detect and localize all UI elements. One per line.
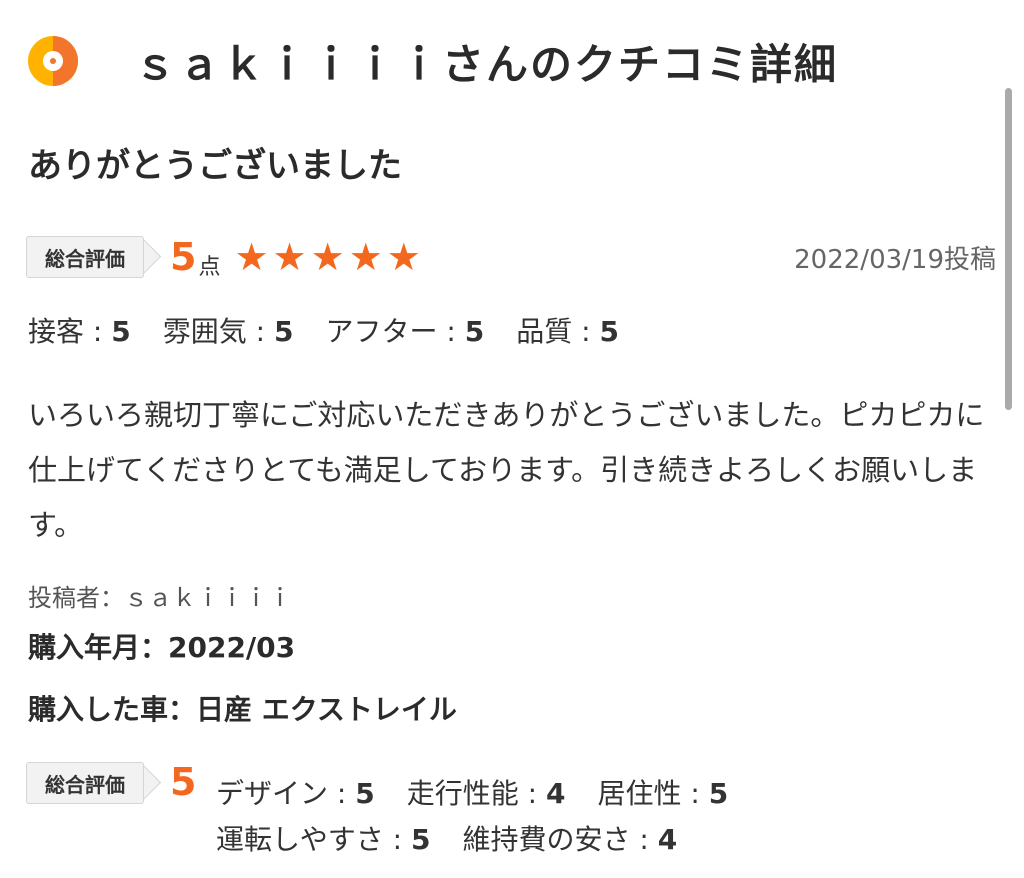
- star-rating: ★ ★ ★ ★ ★: [234, 238, 420, 276]
- rating-driving-performance: 走行性能 : 4: [406, 777, 566, 810]
- rating-design: デザイン : 5: [216, 777, 375, 810]
- post-date: 2022/03/19投稿: [794, 244, 996, 275]
- score-unit: 点: [198, 255, 221, 280]
- sub-ratings: 接客 : 5 雰囲気 : 5 アフター : 5 品質 : 5: [28, 310, 619, 350]
- review-body: いろいろ親切丁寧にご対応いただきありがとうございました。ピカピカに仕上げてくださ…: [28, 398, 985, 542]
- sub-rating-aftercare: アフター : 5: [325, 315, 485, 348]
- rating-comfort: 居住性 : 5: [597, 777, 729, 810]
- star-icon: ★: [310, 235, 345, 279]
- sub-rating-quality: 品質 : 5: [516, 315, 619, 348]
- overall-rating-badge: 総合評価: [26, 236, 144, 278]
- page-title: ｓａｋｉｉｉｉさんのクチコミ詳細: [134, 39, 839, 89]
- vehicle-rating-badge: 総合評価: [26, 762, 144, 804]
- purchase-date: 購入年月：2022/03: [28, 631, 296, 664]
- star-icon: ★: [348, 235, 383, 279]
- rating-maintenance-cost: 維持費の安さ : 4: [462, 823, 678, 856]
- rating-ease-of-driving: 運転しやすさ : 5: [216, 823, 431, 856]
- star-icon: ★: [272, 235, 307, 279]
- overall-rating-row: 総合評価 5 点 ★ ★ ★ ★ ★ 2022/03/19投稿: [26, 234, 996, 280]
- sub-rating-service: 接客 : 5: [28, 315, 131, 348]
- vehicle-rating-list: デザイン : 5 走行性能 : 4 居住性 : 5 運転しやすさ : 5 維持費…: [216, 772, 816, 858]
- star-icon: ★: [386, 235, 421, 279]
- poster-name: 投稿者：ｓａｋｉｉｉｉ: [28, 584, 292, 612]
- vehicle-rating-row: 総合評価 5 デザイン : 5 走行性能 : 4 居住性 : 5 運転しやすさ …: [26, 760, 996, 858]
- sub-rating-atmosphere: 雰囲気 : 5: [162, 315, 294, 348]
- vehicle-score: 5: [170, 760, 197, 804]
- scrollbar[interactable]: [1005, 88, 1012, 410]
- page-header: ｓａｋｉｉｉｉさんのクチコミ詳細: [28, 32, 838, 90]
- purchased-car: 購入した車：日産 エクストレイル: [28, 693, 457, 726]
- review-title: ありがとうございました: [28, 146, 402, 186]
- overall-score: 5: [170, 235, 197, 279]
- star-icon: ★: [234, 235, 269, 279]
- review-logo-icon: [28, 36, 78, 86]
